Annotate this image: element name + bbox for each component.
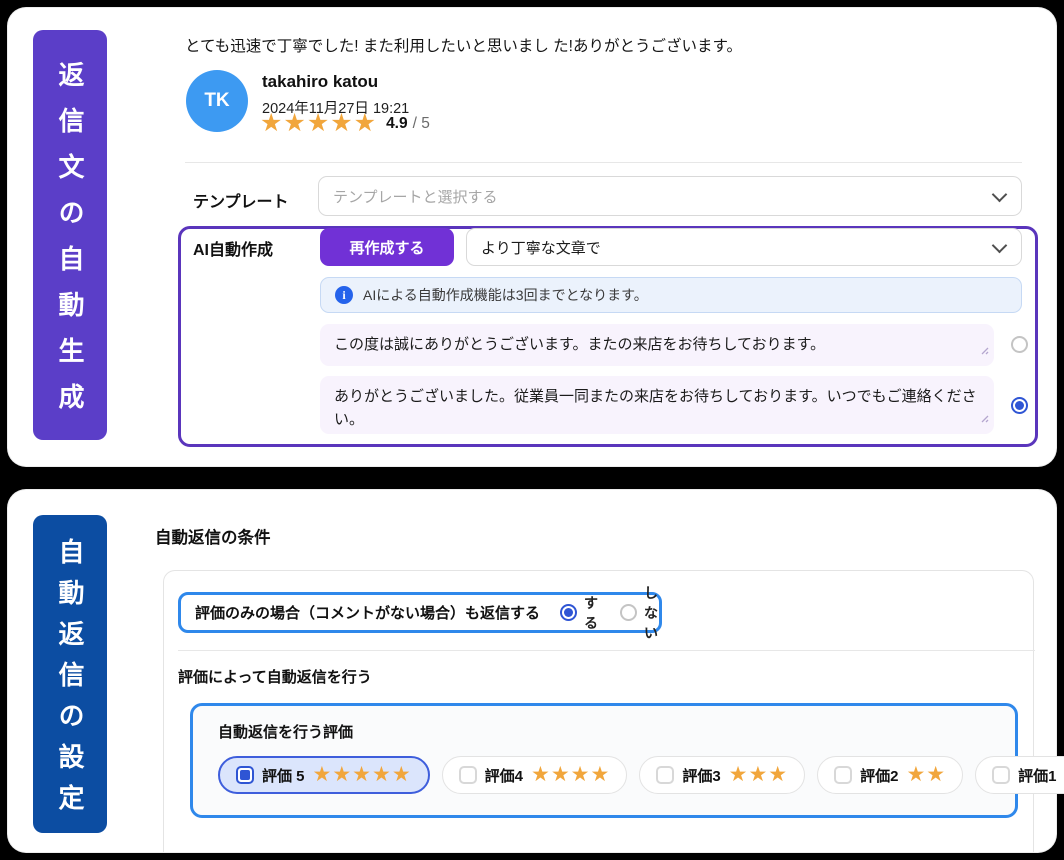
auto-reply-ratings-label: 自動返信を行う評価 — [218, 721, 353, 742]
rating-chip-2[interactable]: 評価2 ★★ — [817, 756, 963, 794]
star-rating-icons: ★★★ — [729, 764, 788, 787]
star-rating-icons: ★★★★ — [531, 764, 610, 787]
reviewer-name: takahiro katou — [262, 72, 378, 92]
rating-only-rule-label: 評価のみの場合（コメントがない場合）も返信する — [195, 602, 540, 623]
rating-chip-5-checkbox[interactable] — [236, 766, 254, 784]
resize-handle-icon[interactable] — [978, 407, 989, 430]
option-no-radio[interactable] — [620, 604, 637, 621]
chevron-down-icon — [992, 187, 1008, 203]
option-yes-label[interactable]: する — [584, 593, 598, 633]
page-background: 返信文の自動生成 とても迅速で丁寧でした! また利用したいと思いまし た!ありが… — [0, 0, 1064, 860]
rating-chip-2-label: 評価2 — [860, 765, 898, 786]
review-comment: とても迅速で丁寧でした! また利用したいと思いまし た!ありがとうございます。 — [185, 34, 742, 56]
avatar: TK — [186, 70, 248, 132]
chevron-down-icon — [992, 238, 1008, 254]
rating-chip-1[interactable]: 評価1 ★ — [975, 756, 1064, 794]
rating-chip-2-checkbox[interactable] — [834, 766, 852, 784]
tone-select-value: より丁寧な文章で — [481, 237, 601, 258]
star-rating-icons: ★★★★★ — [313, 764, 412, 787]
rating-chip-5-label: 評価 5 — [262, 765, 305, 786]
by-rating-heading: 評価によって自動返信を行う — [178, 666, 372, 687]
review-rating: ★★★★★ 4.9 / 5 — [260, 111, 430, 136]
rating-chip-4[interactable]: 評価4 ★★★★ — [442, 756, 628, 794]
ai-suggestion-textarea-1[interactable]: この度は誠にありがとうございます。またの来店をお待ちしております。 — [320, 324, 994, 366]
template-label: テンプレート — [193, 188, 289, 212]
rating-value: 4.9 — [386, 115, 408, 133]
star-rating-icons: ★★ — [906, 764, 946, 787]
divider — [178, 650, 1035, 651]
template-select[interactable]: テンプレートと選択する — [318, 176, 1022, 216]
rating-max: / 5 — [413, 115, 430, 133]
avatar-initials: TK — [204, 90, 229, 112]
rating-chip-1-label: 評価1 — [1018, 765, 1056, 786]
rating-chip-3-label: 評価3 — [682, 765, 720, 786]
rating-chip-1-checkbox[interactable] — [992, 766, 1010, 784]
ai-suggestion-text-1: この度は誠にありがとうございます。またの来店をお待ちしております。 — [334, 336, 825, 353]
info-banner-text: AIによる自動作成機能は3回までとなります。 — [363, 285, 648, 305]
suggestion-2-radio[interactable] — [1011, 397, 1028, 414]
ai-autocreate-label: AI自動作成 — [193, 236, 273, 260]
regenerate-button-label: 再作成する — [349, 237, 424, 258]
option-no-label[interactable]: しない — [644, 583, 658, 643]
suggestion-1-radio[interactable] — [1011, 336, 1028, 353]
rating-chip-4-label: 評価4 — [485, 765, 523, 786]
regenerate-button[interactable]: 再作成する — [320, 228, 454, 266]
rating-only-rule-box: 評価のみの場合（コメントがない場合）も返信する する しない — [178, 592, 662, 633]
reply-generation-banner: 返信文の自動生成 — [33, 30, 107, 440]
ai-suggestion-text-2: ありがとうございました。従業員一同またの来店をお待ちしております。いつでもご連絡… — [334, 388, 977, 428]
rating-chip-3[interactable]: 評価3 ★★★ — [639, 756, 805, 794]
option-yes[interactable]: する — [560, 593, 598, 633]
reply-generation-banner-label: 返信文の自動生成 — [57, 41, 83, 429]
rating-chip-4-checkbox[interactable] — [459, 766, 477, 784]
template-select-placeholder: テンプレートと選択する — [333, 186, 498, 207]
ai-suggestion-textarea-2[interactable]: ありがとうございました。従業員一同またの来店をお待ちしております。いつでもご連絡… — [320, 376, 994, 434]
tone-select[interactable]: より丁寧な文章で — [466, 228, 1022, 266]
auto-reply-settings-banner: 自動返信の設定 — [33, 515, 107, 833]
option-yes-radio[interactable] — [560, 604, 577, 621]
auto-reply-settings-banner-label: 自動返信の設定 — [57, 523, 83, 825]
rating-chip-5[interactable]: 評価 5 ★★★★★ — [218, 756, 430, 794]
resize-handle-icon[interactable] — [978, 339, 989, 362]
info-icon: i — [335, 286, 353, 304]
rating-chips-row: 評価 5 ★★★★★ 評価4 ★★★★ 評価3 ★★★ 評価2 ★★ 評価1 — [218, 756, 1064, 794]
reply-generation-card: 返信文の自動生成 とても迅速で丁寧でした! また利用したいと思いまし た!ありが… — [8, 8, 1056, 466]
option-no[interactable]: しない — [620, 583, 658, 643]
rating-chip-3-checkbox[interactable] — [656, 766, 674, 784]
star-rating-icons: ★★★★★ — [260, 111, 377, 136]
divider — [185, 162, 1022, 163]
info-banner: i AIによる自動作成機能は3回までとなります。 — [320, 277, 1022, 313]
conditions-heading: 自動返信の条件 — [155, 524, 271, 548]
auto-reply-settings-card: 自動返信の設定 自動返信の条件 評価のみの場合（コメントがない場合）も返信する … — [8, 490, 1056, 852]
